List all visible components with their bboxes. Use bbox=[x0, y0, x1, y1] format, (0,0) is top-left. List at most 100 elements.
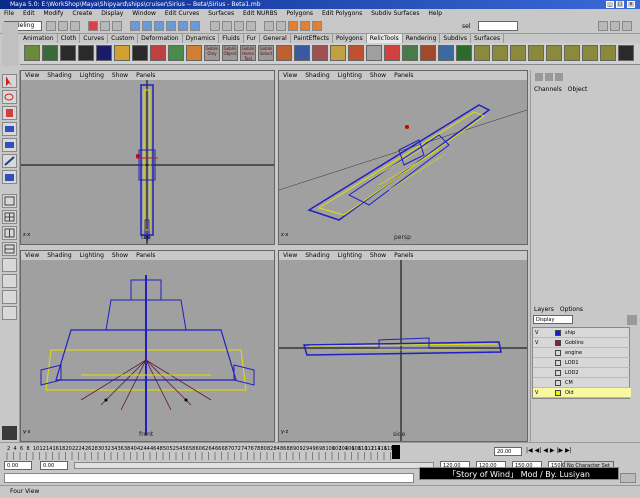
viewport-menu-show[interactable]: Show bbox=[370, 72, 386, 79]
tab-animation[interactable]: Animation bbox=[20, 34, 58, 43]
select-object-icon[interactable] bbox=[100, 21, 110, 31]
ipr-render-icon[interactable] bbox=[300, 21, 310, 31]
history-icon[interactable] bbox=[276, 21, 286, 31]
viewport-menu-view[interactable]: View bbox=[25, 252, 39, 259]
snap-point-icon[interactable] bbox=[234, 21, 244, 31]
shelf-tool-icon[interactable] bbox=[132, 45, 148, 61]
shelf-tool-icon[interactable] bbox=[150, 45, 166, 61]
shelf-tool-icon[interactable] bbox=[366, 45, 382, 61]
tab-polygons[interactable]: Polygons bbox=[333, 34, 367, 43]
menu-surfaces[interactable]: Surfaces bbox=[208, 10, 234, 17]
viewport-menu-lighting[interactable]: Lighting bbox=[338, 252, 362, 259]
viewport-menu-lighting[interactable]: Lighting bbox=[80, 72, 104, 79]
shelf-tool-icon[interactable] bbox=[168, 45, 184, 61]
snap-grid-icon[interactable] bbox=[210, 21, 220, 31]
shelf-tool-icon[interactable] bbox=[600, 45, 616, 61]
layout-icon[interactable] bbox=[598, 21, 608, 31]
layers-menu-options[interactable]: Options bbox=[560, 306, 583, 313]
layer-row[interactable]: LOD1 bbox=[533, 358, 631, 368]
open-scene-icon[interactable] bbox=[58, 21, 68, 31]
layer-color-swatch[interactable] bbox=[555, 390, 561, 396]
shelf-tool-icon[interactable] bbox=[276, 45, 292, 61]
selection-field[interactable] bbox=[478, 21, 518, 31]
viewport-menu-view[interactable]: View bbox=[283, 252, 297, 259]
history-icon[interactable] bbox=[264, 21, 274, 31]
menu-file[interactable]: File bbox=[4, 10, 14, 17]
mask-icon[interactable] bbox=[154, 21, 164, 31]
paint-select-tool-icon[interactable] bbox=[2, 106, 17, 120]
viewport-menu-shading[interactable]: Shading bbox=[305, 252, 329, 259]
move-tool-icon[interactable] bbox=[2, 122, 17, 136]
viewport-front[interactable]: View Shading Lighting Show Panels y·x front bbox=[20, 250, 275, 442]
viewport-menu-panels[interactable]: Panels bbox=[394, 252, 413, 259]
script-editor-icon[interactable] bbox=[620, 473, 636, 483]
menu-subdiv-surfaces[interactable]: Subdiv Surfaces bbox=[371, 10, 419, 17]
shelf-menu-icon[interactable] bbox=[2, 22, 18, 66]
mask-icon[interactable] bbox=[166, 21, 176, 31]
hypershade-layout-icon[interactable] bbox=[2, 290, 17, 304]
goblin-home-tool-icon[interactable]: Goblin Home Tool bbox=[240, 45, 256, 61]
mask-icon[interactable] bbox=[130, 21, 140, 31]
viewport-menu-show[interactable]: Show bbox=[112, 252, 128, 259]
shelf-tool-icon[interactable] bbox=[348, 45, 364, 61]
select-tool-icon[interactable] bbox=[2, 74, 17, 88]
attribute-editor-toggle-icon[interactable] bbox=[545, 73, 553, 81]
snap-curve-icon[interactable] bbox=[222, 21, 232, 31]
outliner-layout-icon[interactable] bbox=[2, 258, 17, 272]
shelf-tool-icon[interactable] bbox=[492, 45, 508, 61]
menu-polygons[interactable]: Polygons bbox=[286, 10, 313, 17]
layer-visibility-toggle[interactable]: V bbox=[535, 388, 543, 398]
layer-row[interactable]: V Goblins bbox=[533, 338, 631, 348]
shelf-tool-icon[interactable] bbox=[78, 45, 94, 61]
layer-visibility-toggle[interactable]: V bbox=[535, 328, 543, 338]
shelf-tool-icon[interactable] bbox=[96, 45, 112, 61]
layer-color-swatch[interactable] bbox=[555, 360, 561, 366]
channels-menu-object[interactable]: Object bbox=[568, 86, 588, 93]
layout-icon[interactable] bbox=[622, 21, 632, 31]
layer-row[interactable]: CM bbox=[533, 378, 631, 388]
menu-edit-polygons[interactable]: Edit Polygons bbox=[322, 10, 362, 17]
menu-edit-curves[interactable]: Edit Curves bbox=[165, 10, 199, 17]
shelf-tool-icon[interactable] bbox=[330, 45, 346, 61]
viewport-persp[interactable]: View Shading Lighting Show Panels z·x persp bbox=[278, 70, 528, 245]
layer-color-swatch[interactable] bbox=[555, 350, 561, 356]
channel-box-toggle-icon[interactable] bbox=[535, 73, 543, 81]
render-globals-icon[interactable] bbox=[312, 21, 322, 31]
current-time-field[interactable]: 20.00 bbox=[494, 447, 522, 456]
shelf-tool-icon[interactable] bbox=[24, 45, 40, 61]
tool-settings-toggle-icon[interactable] bbox=[555, 73, 563, 81]
select-hierarchy-icon[interactable] bbox=[88, 21, 98, 31]
layer-row[interactable]: engine bbox=[533, 348, 631, 358]
layout-icon[interactable] bbox=[2, 242, 17, 256]
tab-fluids[interactable]: Fluids bbox=[219, 34, 244, 43]
close-button[interactable]: x bbox=[627, 1, 635, 8]
select-component-icon[interactable] bbox=[112, 21, 122, 31]
graph-layout-icon[interactable] bbox=[2, 274, 17, 288]
shelf-tool-icon[interactable] bbox=[456, 45, 472, 61]
viewport-menu-show[interactable]: Show bbox=[112, 72, 128, 79]
layer-row[interactable]: Vship bbox=[533, 328, 631, 338]
time-slider[interactable]: 2 4 6 8 10 12 14 16 18 20 22 24 26 28 30 32 34 36 38 40 42 44… bbox=[0, 442, 640, 460]
viewport-top[interactable]: View Shading Lighting Show Panels z·x top bbox=[20, 70, 275, 245]
tab-curves[interactable]: Curves bbox=[80, 34, 109, 43]
tab-cloth[interactable]: Cloth bbox=[58, 34, 81, 43]
viewport-side[interactable]: View Shading Lighting Show Panels y·z side bbox=[278, 250, 528, 442]
viewport-menu-show[interactable]: Show bbox=[370, 252, 386, 259]
viewport-menu-shading[interactable]: Shading bbox=[47, 252, 71, 259]
single-view-icon[interactable] bbox=[2, 194, 17, 208]
layer-row[interactable]: V Old bbox=[533, 388, 631, 398]
tab-deformation[interactable]: Deformation bbox=[138, 34, 183, 43]
range-slider[interactable] bbox=[74, 462, 434, 469]
viewport-menu-view[interactable]: View bbox=[283, 72, 297, 79]
step-back-icon[interactable]: ◀| bbox=[535, 447, 542, 454]
menu-modify[interactable]: Modify bbox=[44, 10, 64, 17]
layer-color-swatch[interactable] bbox=[555, 380, 561, 386]
scale-tool-icon[interactable] bbox=[2, 154, 17, 168]
goblin-only-icon[interactable]: Goblin Only bbox=[204, 45, 220, 61]
viewport-menu-panels[interactable]: Panels bbox=[136, 252, 155, 259]
tab-relic-tools[interactable]: RelicTools bbox=[366, 34, 403, 43]
shelf-tool-icon[interactable] bbox=[294, 45, 310, 61]
goblin-select-icon[interactable]: Goblin Select bbox=[258, 45, 274, 61]
goblin-object-icon[interactable]: Goblin Object bbox=[222, 45, 238, 61]
shelf-tool-icon[interactable] bbox=[510, 45, 526, 61]
